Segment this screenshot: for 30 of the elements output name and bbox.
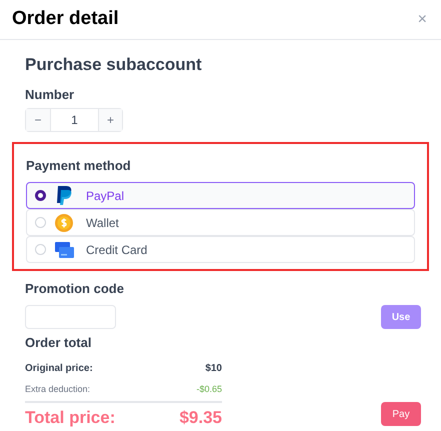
price-label: Original price: bbox=[25, 363, 93, 375]
number-stepper[interactable]: − 1 + bbox=[25, 108, 123, 132]
paypal-logo-icon bbox=[55, 184, 73, 206]
payment-option[interactable]: Wallet bbox=[26, 209, 415, 236]
deduction-value: -$0.65 bbox=[196, 384, 222, 395]
field-label: Number bbox=[25, 87, 74, 103]
decrement-button[interactable]: − bbox=[26, 109, 51, 131]
section-title: Purchase subaccount bbox=[25, 55, 202, 75]
close-button[interactable]: × bbox=[418, 12, 427, 28]
total-value: $9.35 bbox=[179, 408, 222, 428]
promotion-code-field[interactable] bbox=[25, 305, 116, 329]
pay-button[interactable]: Pay bbox=[381, 402, 421, 426]
radio-button[interactable] bbox=[35, 190, 46, 201]
field-label: Promotion code bbox=[25, 281, 124, 297]
total-label: Total price: bbox=[25, 408, 116, 428]
credit-card-icon bbox=[54, 242, 74, 258]
payment-option[interactable]: PayPal bbox=[26, 182, 415, 209]
price-value: $10 bbox=[205, 363, 222, 375]
field-label: Payment method bbox=[26, 158, 131, 174]
payment-method-label: PayPal bbox=[86, 188, 124, 204]
increment-button[interactable]: + bbox=[98, 109, 122, 131]
dialog-title: Order detail bbox=[12, 7, 119, 32]
payment-method-label: Credit Card bbox=[86, 242, 148, 258]
price-label: Extra deduction: bbox=[25, 384, 90, 395]
order-total-title: Order total bbox=[25, 335, 92, 351]
coin-icon bbox=[55, 214, 73, 232]
payment-method-label: Wallet bbox=[86, 214, 119, 232]
number-value: 1 bbox=[70, 112, 79, 129]
use-button[interactable]: Use bbox=[381, 305, 421, 329]
payment-option[interactable]: Credit Card bbox=[26, 236, 415, 263]
